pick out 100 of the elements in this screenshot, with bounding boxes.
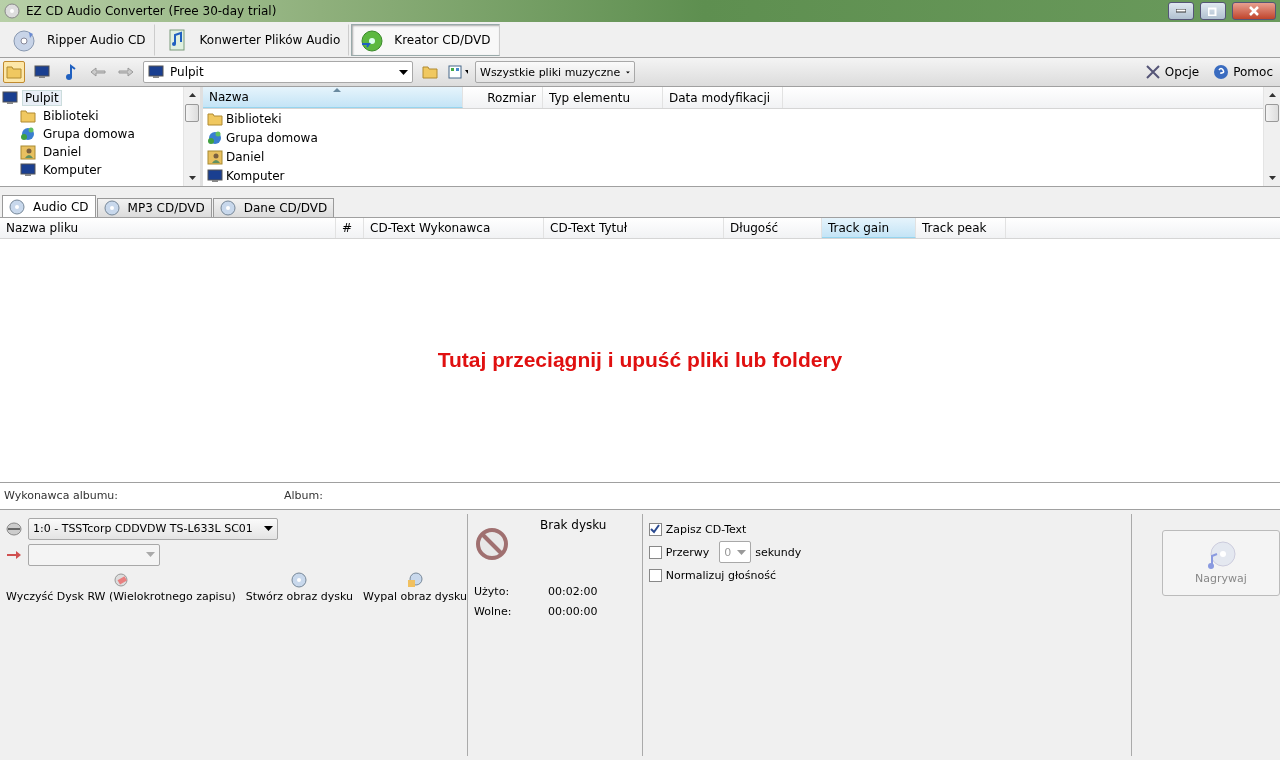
tree-item[interactable]: Biblioteki <box>40 108 102 124</box>
scrollbar-thumb[interactable] <box>1265 104 1279 122</box>
no-disc-icon <box>474 525 510 562</box>
drive-icon <box>6 521 22 536</box>
back-arrow-icon <box>90 67 106 77</box>
file-filter-dropdown[interactable]: Wszystkie pliki muzyczne <box>475 61 635 83</box>
restore-button[interactable] <box>1200 2 1226 20</box>
disc-type-tab[interactable]: Dane CD/DVD <box>212 198 335 217</box>
music-disc-icon <box>1206 540 1236 570</box>
close-button[interactable] <box>1232 2 1276 20</box>
column-header[interactable]: Typ elementu <box>543 87 663 108</box>
music-note-icon <box>64 64 76 80</box>
monitor-icon <box>34 64 50 80</box>
folders-toggle-button[interactable] <box>3 61 25 83</box>
scrollbar[interactable] <box>1263 87 1280 186</box>
toolbar-link[interactable]: Opcje <box>1140 64 1204 80</box>
network-icon <box>20 126 36 142</box>
scroll-down-arrow-icon[interactable] <box>188 176 196 180</box>
checkbox[interactable] <box>648 568 662 582</box>
close-icon <box>1249 6 1259 16</box>
file-name[interactable]: Komputer <box>226 168 285 183</box>
scroll-up-arrow-icon[interactable] <box>1268 93 1276 97</box>
column-header[interactable]: Nazwa <box>203 87 463 108</box>
unit-label: sekundy <box>755 545 802 559</box>
sort-arrow-icon <box>332 88 341 92</box>
view-grid-icon <box>448 65 468 79</box>
column-header[interactable]: Rozmiar <box>463 87 543 108</box>
checkbox-label: Normalizuj głośność <box>665 568 776 582</box>
monitor-icon <box>2 90 18 106</box>
folder-icon <box>6 64 22 80</box>
minimize-button[interactable] <box>1168 2 1194 20</box>
scrollbar-thumb[interactable] <box>185 104 199 122</box>
file-name[interactable]: Grupa domowa <box>226 130 318 145</box>
dropdown-arrow-icon <box>626 69 630 75</box>
file-name[interactable]: Daniel <box>226 149 265 164</box>
tree-item[interactable]: Pulpit <box>22 90 62 106</box>
drive-dropdown[interactable]: 1:0 - TSSTcorp CDDVDW TS-L633L SC01 <box>28 517 278 540</box>
column-header[interactable]: # <box>336 218 364 238</box>
tree-item[interactable]: Grupa domowa <box>40 126 138 142</box>
disc-action-button[interactable]: Stwórz obraz dysku <box>245 571 353 603</box>
scroll-up-arrow-icon[interactable] <box>188 93 196 97</box>
folder-icon <box>20 108 36 124</box>
scroll-down-arrow-icon[interactable] <box>1268 176 1276 180</box>
mode-tab[interactable]: Kreator CD/DVD <box>351 23 500 56</box>
column-header[interactable]: Nazwa pliku <box>0 218 336 238</box>
minimize-icon <box>1176 9 1186 13</box>
monitor-icon <box>20 162 36 178</box>
arrow-right-icon <box>6 549 22 560</box>
mode-tab[interactable]: Ripper Audio CD <box>4 23 155 56</box>
dropdown-arrow-icon <box>264 526 273 531</box>
column-header[interactable]: CD-Text Tytuł <box>544 218 724 238</box>
help-icon <box>1213 64 1230 80</box>
scrollbar[interactable] <box>183 87 200 186</box>
checkbox[interactable] <box>648 545 662 559</box>
disc-icon <box>291 571 308 588</box>
checkbox[interactable] <box>648 522 662 536</box>
field-label: Wykonawca albumu: <box>3 489 120 502</box>
free-time: 00:00:00 <box>548 605 598 618</box>
column-header[interactable]: CD-Text Wykonawca <box>364 218 544 238</box>
disc-action-button[interactable]: Wypal obraz dysku <box>363 571 467 603</box>
toolbar-link[interactable]: Pomoc <box>1209 64 1277 80</box>
forward-arrow-icon <box>118 67 134 77</box>
checkbox-label: Przerwy <box>665 545 710 559</box>
dropdown-arrow-icon <box>146 552 155 557</box>
mode-tab[interactable]: Konwerter Plików Audio <box>156 23 350 56</box>
disc-type-tab[interactable]: MP3 CD/DVD <box>96 198 212 217</box>
tree-item[interactable]: Daniel <box>40 144 85 160</box>
dropdown-arrow-icon <box>399 69 408 75</box>
eraser-icon <box>112 571 129 588</box>
disc-status: Brak dysku <box>540 517 607 532</box>
disc-action-button[interactable]: Wyczyść Dysk RW (Wielokrotnego zapisu) <box>6 571 236 603</box>
disc-type-tab[interactable]: Audio CD <box>2 195 96 217</box>
target-dropdown[interactable] <box>28 543 160 566</box>
field-label: Album: <box>283 489 324 502</box>
tree-item[interactable]: Komputer <box>40 162 105 178</box>
monitor-icon <box>148 64 164 80</box>
used-label: Użyto: <box>474 585 511 598</box>
checkbox-label: Zapisz CD-Text <box>665 522 747 536</box>
disc-globe-icon <box>360 27 385 52</box>
location-dropdown[interactable]: Pulpit <box>143 61 413 83</box>
column-header[interactable]: Track peak <box>916 218 1006 238</box>
folder-icon <box>207 110 223 127</box>
file-name[interactable]: Biblioteki <box>226 111 282 126</box>
cd-icon <box>13 27 37 52</box>
user-folder-icon <box>20 144 36 160</box>
column-header[interactable]: Data modyfikacji <box>663 87 783 108</box>
restore-icon <box>1208 6 1218 16</box>
network-icon <box>207 129 223 146</box>
disc-icon <box>103 200 120 216</box>
column-header[interactable]: Track gain <box>822 218 916 238</box>
used-time: 00:02:00 <box>548 585 598 598</box>
folder-icon <box>422 64 438 80</box>
disc-icon <box>9 198 25 215</box>
user-folder-icon <box>207 148 223 165</box>
free-label: Wolne: <box>474 605 513 618</box>
disc-image-icon <box>406 571 423 588</box>
dropdown-arrow-icon <box>737 549 747 555</box>
drop-hint: Tutaj przeciągnij i upuść pliki lub foldery <box>437 348 843 373</box>
app-disc-icon <box>4 3 20 19</box>
tools-icon <box>1144 64 1161 80</box>
